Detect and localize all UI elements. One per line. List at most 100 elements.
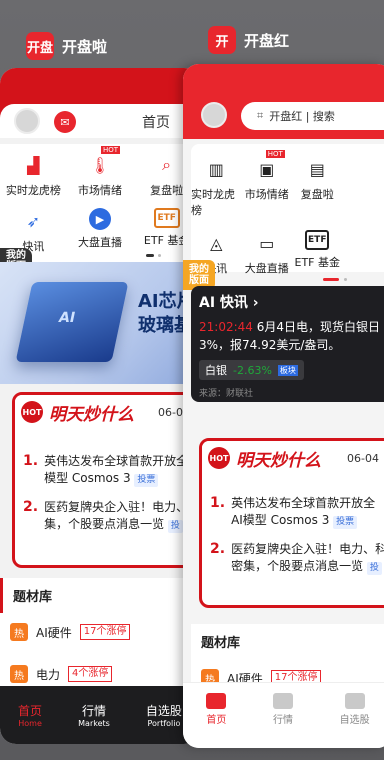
thermometer-icon: 🌡 HOT xyxy=(89,146,121,175)
tab-portfolio[interactable]: 自选股 Portfolio xyxy=(146,702,182,728)
vote-tag[interactable]: 投 xyxy=(167,520,183,533)
topic-name: AI硬件 xyxy=(36,625,72,640)
hot-label: 热 xyxy=(10,665,28,683)
tag-change: -2.63% xyxy=(233,363,272,377)
bottom-tab-bar: 首页 Home 行情 Markets 自选股 Portfolio xyxy=(0,686,200,744)
shortcut-label: 大盘直播 xyxy=(244,262,289,275)
shortcut-grid: ▟ 实时龙虎榜 🌡 HOT 市场情绪 ⌕ 复盘啦 ➶ 快讯 ▶ 大盘直播 ETF ETF 基金 xyxy=(0,144,200,254)
hot-card-date: 06-04 xyxy=(347,451,379,465)
vote-tag[interactable]: 投票 xyxy=(134,474,159,487)
item-text: 医药复牌央企入驻！电力、 xyxy=(44,500,189,514)
shortcut-market-sentiment[interactable]: 🌡 HOT 市场情绪 xyxy=(67,146,134,198)
item-num: 2. xyxy=(210,541,226,557)
topic-row[interactable]: 热电力 4个涨停 xyxy=(0,659,200,689)
avatar[interactable] xyxy=(201,102,227,128)
shortcut-dragon-tiger[interactable]: ▥ 实时龙虎榜 xyxy=(191,156,242,218)
back-top-bar: ✉ 首页 xyxy=(0,68,200,138)
compass-icon: ◬ xyxy=(210,233,223,253)
news-source: 来源：财联社 xyxy=(199,389,254,399)
hot-card-header: HOT 明天炒什么 06-04 xyxy=(15,395,200,429)
back-app-header[interactable]: 开盘 开盘啦 xyxy=(26,32,107,60)
item-num: 1. xyxy=(210,495,226,511)
avatar[interactable] xyxy=(14,108,40,134)
back-app-card[interactable]: ✉ 首页 ▟ 实时龙虎榜 🌡 HOT 市场情绪 ⌕ 复盘啦 ➶ 快讯 ▶ 大盘直播 ETF E… xyxy=(0,68,200,744)
item-text: 医药复牌央企入驻！电力、科 xyxy=(231,542,384,556)
item-num: 2. xyxy=(23,499,39,515)
tab-markets[interactable]: 行情 Markets xyxy=(78,702,110,728)
shortcut-live[interactable]: ▭ 大盘直播 xyxy=(242,230,293,276)
app-name: 开盘红 xyxy=(244,31,290,50)
related-tag[interactable]: 白银 -2.63% 板块 xyxy=(199,360,304,380)
item-text: 英伟达发布全球首款开放全 xyxy=(231,496,376,510)
tag-name: 白银 xyxy=(205,364,227,377)
shortcut-market-sentiment[interactable]: ▣ HOT 市场情绪 xyxy=(242,150,293,218)
topic-row[interactable]: 热 AI硬件 17个涨停 xyxy=(0,617,200,647)
scan-icon[interactable]: ⌗ xyxy=(257,109,263,123)
list-item[interactable]: 2. 医药复牌央企入驻！电力、 集，个股要点消息一览 投 xyxy=(15,493,200,539)
shortcut-more[interactable] xyxy=(343,156,384,218)
limit-up-count: 17个涨停 xyxy=(79,624,131,640)
podium-icon: ▟ xyxy=(27,155,40,175)
home-icon xyxy=(206,693,227,709)
shortcut-label: 实时龙虎榜 xyxy=(5,184,61,197)
tab-home[interactable]: 首页 Home xyxy=(18,702,42,728)
shortcut-more[interactable] xyxy=(343,230,384,276)
news-text: 3%，报74.92美元/盎司。 xyxy=(199,338,341,352)
hot-icon: HOT xyxy=(208,447,230,469)
search-placeholder: 开盘红 | 搜索 xyxy=(269,110,335,123)
list-item[interactable]: 2. 医药复牌央企入驻！电力、科 密集，个股要点消息一览 投 xyxy=(202,535,384,581)
mail-icon[interactable]: ✉ xyxy=(54,111,76,133)
news-title[interactable]: AI 快讯 › xyxy=(191,286,384,318)
shortcut-label: 复盘啦 xyxy=(150,184,184,197)
topic-name: 电力 xyxy=(36,667,61,682)
hot-badge: HOT xyxy=(100,146,121,154)
item-text: AI模型 Cosmos 3 xyxy=(231,513,330,527)
tab-portfolio[interactable]: 自选股 xyxy=(340,693,370,748)
hot-label: 热 xyxy=(10,623,28,641)
front-app-header[interactable]: 开 开盘红 xyxy=(208,26,289,54)
ai-chip-banner[interactable]: AI AI芯片 玻璃基 xyxy=(0,262,200,384)
app-icon: 开盘 xyxy=(26,32,54,60)
shortcut-label: 市场情绪 xyxy=(77,184,122,197)
hot-card-title: 明天炒什么 xyxy=(49,404,134,425)
hot-card-title: 明天炒什么 xyxy=(236,450,321,471)
list-item[interactable]: 1. 英伟达发布全球首款开放全 模型 Cosmos 3 投票 xyxy=(15,447,200,493)
front-app-card[interactable]: ⌗ 开盘红 | 搜索 ▥ 实时龙虎榜 ▣ HOT 市场情绪 ▤ 复盘啦 ◬ 快讯 ▭ 大盘直播… xyxy=(183,64,384,748)
app-icon: 开 xyxy=(208,26,236,54)
video-icon: ▭ xyxy=(259,233,275,253)
ai-flash-news[interactable]: AI 快讯 › 21:02:44 6月4日电，现货白银日 3%，报74.92美元… xyxy=(191,286,384,402)
hot-card-header: HOT 明天炒什么 06-04 xyxy=(202,441,384,475)
tab-markets[interactable]: 行情 xyxy=(272,693,293,748)
search-input[interactable]: ⌗ 开盘红 | 搜索 xyxy=(241,102,384,130)
tomorrow-hot-card[interactable]: HOT 明天炒什么 06-04 1. 英伟达发布全球首款开放全 AI模型 Cosmo… xyxy=(199,438,384,608)
shortcut-dragon-tiger[interactable]: ▟ 实时龙虎榜 xyxy=(0,152,67,198)
front-top-bar: ⌗ 开盘红 | 搜索 xyxy=(183,64,384,139)
shortcut-grid: ▥ 实时龙虎榜 ▣ HOT 市场情绪 ▤ 复盘啦 ◬ 快讯 ▭ 大盘直播 ETF ETF 基金 xyxy=(191,144,384,275)
item-text: 模型 Cosmos 3 xyxy=(44,471,131,485)
vote-tag[interactable]: 投票 xyxy=(333,516,358,529)
shortcut-live[interactable]: ▶ 大盘直播 xyxy=(67,208,134,254)
tomorrow-hot-card[interactable]: HOT 明天炒什么 06-04 1. 英伟达发布全球首款开放全 模型 Cosmos … xyxy=(12,392,200,568)
app-name: 开盘啦 xyxy=(62,37,108,56)
limit-up-count: 4个涨停 xyxy=(68,666,113,682)
list-item[interactable]: 1. 英伟达发布全球首款开放全 AI模型 Cosmos 3 投票 xyxy=(202,489,384,535)
shortcut-label: 复盘啦 xyxy=(300,188,334,201)
hot-badge: HOT xyxy=(265,150,285,158)
thermometer-icon: ▣ HOT xyxy=(259,150,285,179)
topic-library-title: 题材库 xyxy=(0,578,200,613)
page-dots xyxy=(323,266,348,285)
more-icon xyxy=(355,156,381,182)
tab-home[interactable]: 首页 xyxy=(206,693,227,748)
shortcut-review[interactable]: ▤ 复盘啦 xyxy=(292,156,343,218)
chart-icon xyxy=(272,693,293,709)
etf-icon: ETF xyxy=(305,230,330,250)
play-icon: ▶ xyxy=(88,208,111,230)
rocket-icon: ➶ xyxy=(26,211,41,231)
item-num: 1. xyxy=(23,453,39,469)
vote-tag[interactable]: 投 xyxy=(366,562,382,575)
bar-chart-icon: ▥ xyxy=(208,159,224,179)
shortcut-label: 大盘直播 xyxy=(77,236,122,249)
add-icon xyxy=(344,693,365,709)
chip-image: AI xyxy=(15,282,129,362)
chart-search-icon: ⌕ xyxy=(162,155,172,174)
